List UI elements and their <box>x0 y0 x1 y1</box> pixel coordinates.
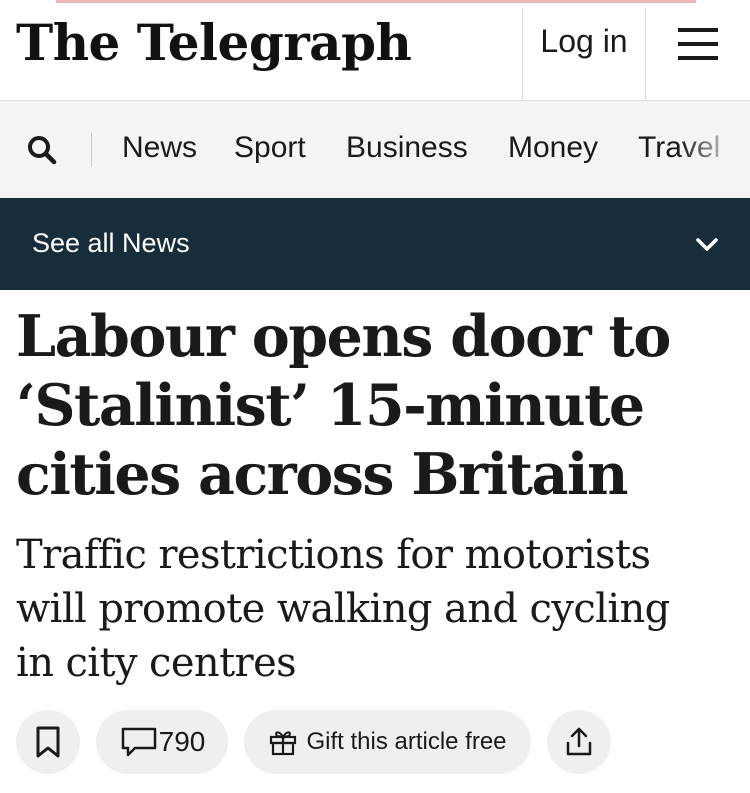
nav-item-business[interactable]: Business <box>346 127 468 169</box>
chevron-down-icon <box>696 238 718 251</box>
search-icon[interactable] <box>22 131 62 171</box>
bookmark-button[interactable] <box>16 710 80 774</box>
gift-article-button[interactable]: Gift this article free <box>244 710 531 774</box>
headline-line: cities across Britain <box>16 441 628 508</box>
nav-item-news[interactable]: News <box>122 127 197 169</box>
comment-count: 790 <box>158 726 206 757</box>
standfirst-line: in city centres <box>16 640 297 686</box>
section-bar-label: See all News <box>32 228 190 258</box>
see-all-news-bar[interactable]: See all News <box>0 198 750 290</box>
standfirst-line: will promote walking and cycling <box>16 586 670 632</box>
nav-item-money[interactable]: Money <box>508 127 598 169</box>
share-button[interactable] <box>547 710 611 774</box>
gift-icon <box>270 731 297 756</box>
bookmark-icon <box>36 726 60 758</box>
login-container: Log in <box>522 8 646 100</box>
login-button[interactable]: Log in <box>523 8 645 74</box>
section-nav: News Sport Business Money Travel <box>0 101 750 198</box>
comments-button[interactable]: 790 <box>96 710 228 774</box>
headline-line: Labour opens door to <box>16 303 671 370</box>
gift-article-label: Gift this article free <box>306 728 507 755</box>
nav-divider <box>91 133 92 167</box>
nav-fade-overlay <box>680 101 750 198</box>
nav-item-sport[interactable]: Sport <box>234 127 306 169</box>
headline-line: ‘Stalinist’ 15-minute <box>16 372 645 439</box>
comment-icon <box>121 727 156 757</box>
telegraph-logo[interactable]: The Telegraph <box>16 8 412 78</box>
standfirst-line: Traffic restrictions for motorists <box>16 532 651 578</box>
hamburger-menu-icon[interactable] <box>668 22 726 66</box>
share-icon <box>566 727 592 756</box>
masthead: The Telegraph Log in <box>0 0 750 101</box>
article-standfirst: Traffic restrictions for motorists will … <box>16 528 736 690</box>
article-headline: Labour opens door to ‘Stalinist’ 15-minu… <box>16 302 736 509</box>
